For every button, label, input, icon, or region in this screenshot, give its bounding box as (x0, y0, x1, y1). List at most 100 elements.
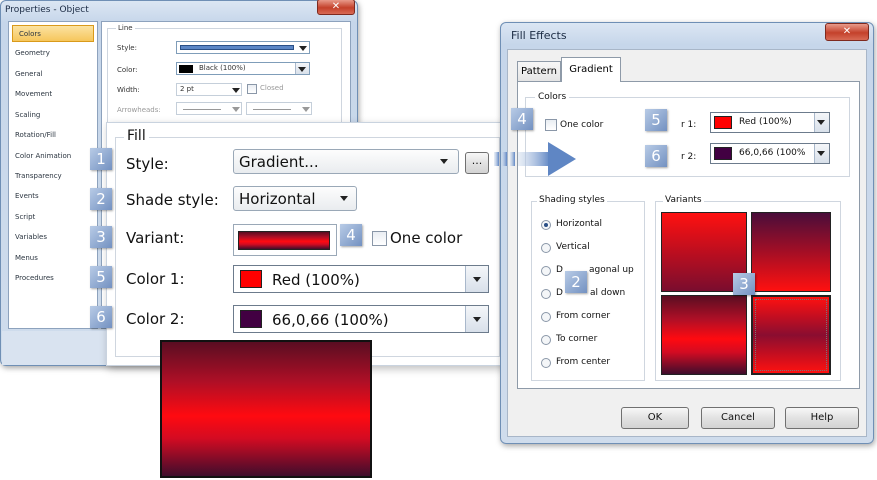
line-style-preview (180, 45, 294, 50)
tab-gradient-label: Gradient (569, 64, 613, 75)
chevron-down-icon (232, 107, 240, 112)
line-color-value: Black (100%) (199, 64, 246, 72)
sidebar-item-rotation-fill[interactable]: Rotation/Fill (9, 127, 91, 144)
fill-style-value: Gradient... (239, 153, 319, 171)
sidebar-item-variables[interactable]: Variables (9, 229, 91, 246)
radio-from-center-label: From center (556, 357, 611, 367)
callout-3-dialog: 3 (733, 273, 755, 295)
chevron-down-icon (465, 266, 488, 292)
radio-diagonal-up-label-end: agonal up (589, 265, 634, 275)
radio-diagonal-down[interactable] (541, 289, 551, 299)
callout-1: 1 (90, 148, 112, 170)
gradient-preview (160, 340, 372, 478)
help-button[interactable]: Help (785, 407, 859, 429)
color2-select[interactable]: 66,0,66 (100%) (233, 305, 489, 333)
sidebar-item-general[interactable]: General (9, 66, 91, 83)
sidebar-item-colors[interactable]: Colors (12, 25, 94, 42)
colors-group-label: Colors (535, 92, 570, 102)
color2-swatch (240, 310, 262, 328)
shade-style-select[interactable]: Horizontal (233, 186, 357, 211)
callout-4-dialog: 4 (511, 108, 533, 130)
closed-checkbox[interactable] (247, 84, 257, 94)
color2-label: Color 2: (126, 310, 185, 328)
radio-diagonal-down-label-end: al down (590, 288, 626, 298)
variant-label: Variant: (126, 229, 185, 247)
tab-gradient[interactable]: Gradient (561, 57, 621, 82)
chevron-down-icon (340, 196, 348, 201)
arrowhead-start-preview (183, 109, 221, 110)
sidebar-item-events[interactable]: Events (9, 188, 91, 205)
radio-diagonal-up[interactable] (541, 266, 551, 276)
dialog-title: Fill Effects (511, 29, 567, 42)
color2-swatch (714, 147, 732, 160)
color1-select[interactable]: Red (100%) (710, 112, 830, 133)
variant-2[interactable] (751, 212, 831, 292)
shading-styles-label: Shading styles (537, 195, 607, 205)
callout-4: 4 (340, 224, 362, 246)
arrow-right-icon (494, 142, 576, 176)
variant-select[interactable] (233, 224, 337, 256)
shade-style-value: Horizontal (239, 190, 316, 208)
tab-pattern-label: Pattern (521, 66, 557, 77)
radio-from-corner-label: From corner (556, 311, 611, 321)
sidebar-item-transparency[interactable]: Transparency (9, 168, 91, 185)
one-color-checkbox[interactable] (372, 231, 387, 246)
radio-horizontal[interactable] (541, 220, 551, 230)
sidebar-item-procedures[interactable]: Procedures (9, 270, 91, 287)
radio-to-corner-label: To corner (556, 334, 598, 344)
fill-effects-dialog: Fill Effects ✕ Pattern Gradient Colors O… (500, 22, 874, 444)
line-width-label: Width: (117, 86, 140, 94)
arrowhead-end-preview (253, 109, 291, 110)
one-color-label: One color (390, 229, 463, 247)
arrowhead-end-select[interactable] (246, 102, 312, 115)
radio-to-corner[interactable] (541, 335, 551, 345)
shade-style-label: Shade style: (126, 191, 219, 209)
sidebar-item-script[interactable]: Script (9, 209, 91, 226)
variant-4[interactable] (751, 295, 831, 375)
line-width-select[interactable]: 2 pt (176, 83, 242, 96)
callout-2-dialog: 2 (565, 271, 587, 293)
arrowhead-start-select[interactable] (176, 102, 242, 115)
variant-preview (238, 231, 330, 250)
radio-vertical[interactable] (541, 243, 551, 253)
callout-5: 5 (90, 266, 112, 288)
variant-3[interactable] (661, 295, 747, 375)
line-color-label: Color: (117, 66, 138, 74)
radio-from-corner[interactable] (541, 312, 551, 322)
sidebar-item-scaling[interactable]: Scaling (9, 107, 91, 124)
sidebar-item-color-animation[interactable]: Color Animation (9, 148, 91, 165)
variants-label: Variants (663, 195, 704, 205)
ok-button[interactable]: OK (621, 407, 689, 429)
line-style-label: Style: (117, 44, 137, 52)
radio-from-center[interactable] (541, 358, 551, 368)
color1-select[interactable]: Red (100%) (233, 265, 489, 293)
close-icon: ✕ (842, 26, 852, 37)
tab-pattern[interactable]: Pattern (517, 61, 561, 81)
sidebar-item-menus[interactable]: Menus (9, 250, 91, 267)
color1-label: r 1: (681, 120, 697, 130)
fill-style-select[interactable]: Gradient... (233, 149, 459, 174)
sidebar-item-movement[interactable]: Movement (9, 86, 91, 103)
close-button[interactable]: ✕ (317, 0, 355, 15)
line-color-swatch (179, 65, 193, 73)
sidebar-item-geometry[interactable]: Geometry (9, 45, 91, 62)
close-button[interactable]: ✕ (825, 23, 869, 41)
closed-label: Closed (260, 84, 284, 92)
color2-select[interactable]: 66,0,66 (100% (710, 143, 830, 164)
line-color-select[interactable]: Black (100%) (176, 62, 310, 75)
line-style-select[interactable] (176, 41, 310, 54)
color1-value: Red (100%) (272, 271, 360, 289)
chevron-down-icon (296, 42, 309, 53)
chevron-down-icon (295, 63, 309, 74)
callout-5-dialog: 5 (645, 109, 667, 131)
color1-swatch (714, 116, 732, 129)
cancel-button[interactable]: Cancel (701, 407, 775, 429)
color2-label: r 2: (681, 152, 697, 162)
one-color-checkbox[interactable] (545, 119, 557, 131)
color1-label: Color 1: (126, 270, 185, 288)
fill-style-more-button[interactable]: ... (465, 152, 489, 174)
chevron-down-icon (232, 88, 240, 93)
color1-swatch (240, 270, 262, 288)
arrowheads-label: Arrowheads: (117, 106, 161, 114)
chevron-down-icon (440, 159, 448, 164)
